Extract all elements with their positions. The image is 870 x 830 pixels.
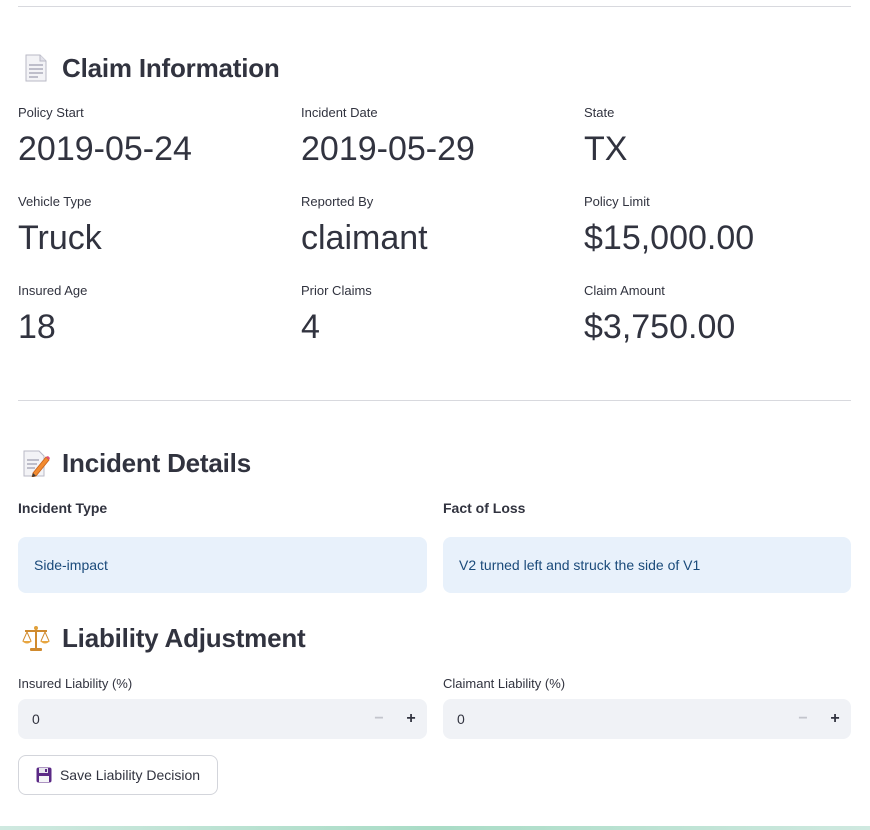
metric-label: State — [584, 105, 615, 120]
metric-value: 2019-05-29 — [301, 130, 475, 168]
metric-label: Vehicle Type — [18, 194, 92, 209]
top-divider — [18, 6, 851, 7]
insured-increment-button[interactable]: + — [395, 699, 427, 739]
incident-type-value: Side-impact — [34, 557, 108, 573]
metric-label: Insured Age — [18, 283, 88, 298]
metric-vehicle-type: Vehicle Type Truck — [18, 194, 288, 258]
save-liability-button[interactable]: Save Liability Decision — [18, 755, 218, 795]
insured-liability-input[interactable]: 0 − + — [18, 699, 427, 739]
metric-policy-start: Policy Start 2019-05-24 — [18, 105, 288, 169]
claimant-decrement-button[interactable]: − — [787, 699, 819, 739]
metric-insured-age: Insured Age 18 — [18, 283, 288, 347]
claimant-increment-button[interactable]: + — [819, 699, 851, 739]
metric-value: Truck — [18, 219, 102, 257]
metric-value: 4 — [301, 308, 320, 346]
section-title-text: Claim Information — [62, 52, 280, 83]
scales-icon — [18, 620, 54, 656]
section-title-text: Incident Details — [62, 447, 251, 478]
metric-reported-by: Reported By claimant — [301, 194, 571, 258]
metric-prior-claims: Prior Claims 4 — [301, 283, 571, 347]
metric-state: State TX — [584, 105, 854, 169]
document-icon — [18, 50, 54, 86]
bottom-decoration-strip — [0, 826, 870, 830]
metric-label: Policy Limit — [584, 194, 650, 209]
metric-policy-limit: Policy Limit $15,000.00 — [584, 194, 854, 258]
metric-label: Claim Amount — [584, 283, 665, 298]
claimant-liability-label: Claimant Liability (%) — [443, 676, 566, 691]
metric-label: Policy Start — [18, 105, 84, 120]
metric-value: 18 — [18, 308, 56, 346]
insured-liability-label: Insured Liability (%) — [18, 676, 133, 691]
metric-value: TX — [584, 130, 628, 168]
metric-value: 2019-05-24 — [18, 130, 192, 168]
save-button-label: Save Liability Decision — [59, 767, 201, 783]
incident-type-box: Side-impact — [18, 537, 427, 593]
metric-label: Incident Date — [301, 105, 378, 120]
fact-of-loss-value: V2 turned left and struck the side of V1 — [459, 557, 701, 573]
insured-liability-value[interactable]: 0 — [18, 711, 363, 727]
metric-label: Prior Claims — [301, 283, 372, 298]
metric-claim-amount: Claim Amount $3,750.00 — [584, 283, 854, 347]
metric-value: $3,750.00 — [584, 308, 736, 346]
claimant-liability-input[interactable]: 0 − + — [443, 699, 851, 739]
claim-review-page: Claim Information Policy Start 2019-05-2… — [0, 0, 870, 830]
fact-of-loss-label: Fact of Loss — [443, 500, 526, 516]
fact-of-loss-box: V2 turned left and struck the side of V1 — [443, 537, 851, 593]
metric-value: $15,000.00 — [584, 219, 755, 257]
incident-type-label: Incident Type — [18, 500, 108, 516]
incident-details-heading: Incident Details — [18, 445, 251, 481]
section-title-text: Liability Adjustment — [62, 622, 306, 653]
memo-icon — [18, 445, 54, 481]
metric-value: claimant — [301, 219, 428, 257]
floppy-disk-icon — [36, 767, 52, 783]
claim-information-heading: Claim Information — [18, 50, 280, 86]
claimant-liability-value[interactable]: 0 — [443, 711, 787, 727]
metric-label: Reported By — [301, 194, 374, 209]
section-divider — [18, 400, 851, 401]
metric-incident-date: Incident Date 2019-05-29 — [301, 105, 571, 169]
liability-adjustment-heading: Liability Adjustment — [18, 620, 306, 656]
insured-decrement-button[interactable]: − — [363, 699, 395, 739]
